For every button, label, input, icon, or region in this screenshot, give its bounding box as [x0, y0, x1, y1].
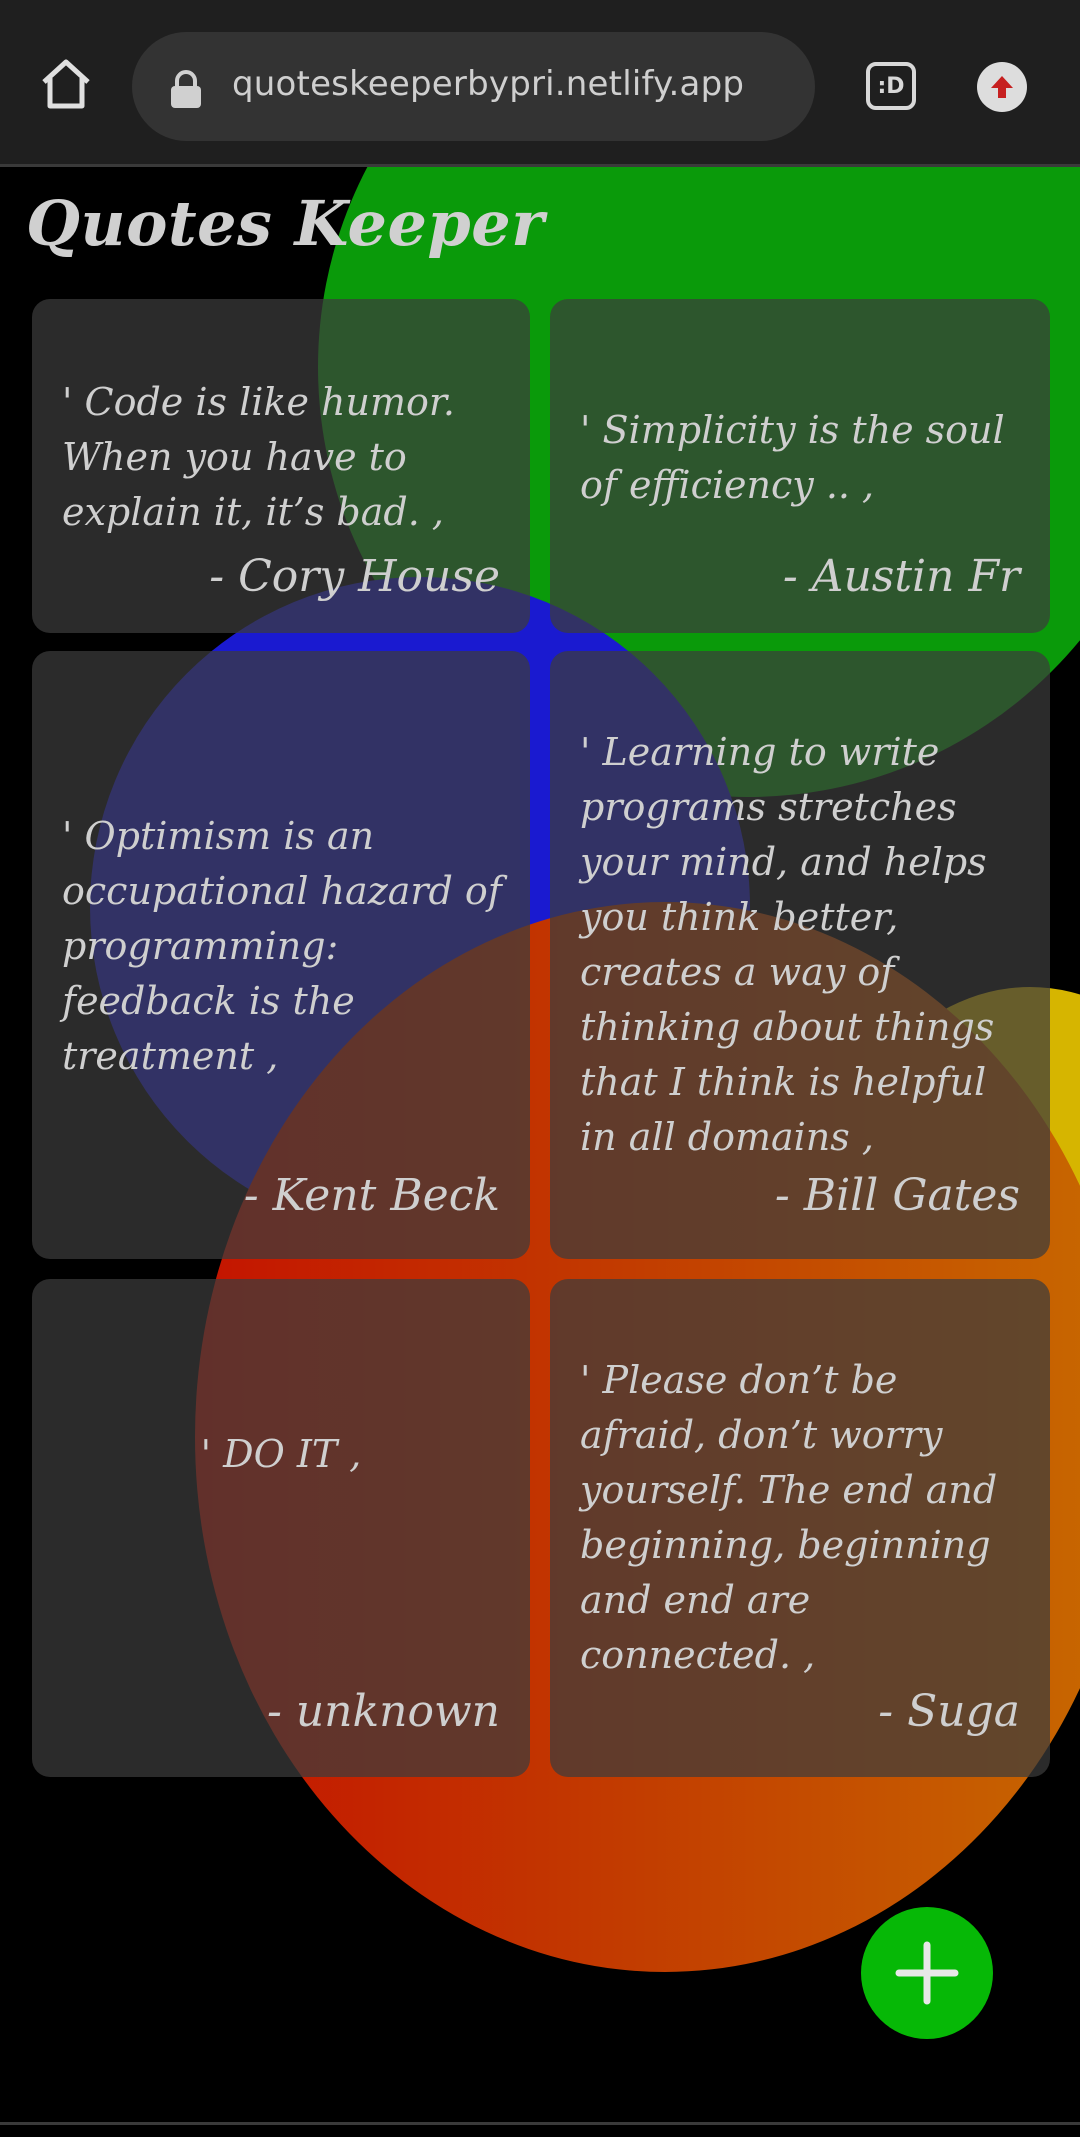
quote-card[interactable]: ' Please don’t be afraid, don’t worry yo… — [550, 1279, 1050, 1777]
quote-text: ' Code is like humor. When you have to e… — [62, 380, 455, 534]
quote-card[interactable]: ' DO IT , - unknown — [32, 1279, 530, 1777]
page-content: Quotes Keeper ' Code is like humor. When… — [0, 167, 1080, 2122]
url-text: quoteskeeperbypri.netlify.app — [232, 64, 745, 104]
quote-card[interactable]: ' Code is like humor. When you have to e… — [32, 299, 530, 633]
update-button[interactable] — [977, 62, 1027, 112]
page-title: Quotes Keeper — [26, 187, 545, 260]
quote-text: ' Optimism is an occupational hazard of … — [62, 814, 502, 1078]
quote-author: - Austin Fr — [782, 551, 1020, 602]
quote-card[interactable]: ' Optimism is an occupational hazard of … — [32, 651, 530, 1259]
address-bar[interactable]: quoteskeeperbypri.netlify.app — [132, 32, 815, 141]
home-icon[interactable] — [36, 54, 96, 114]
browser-toolbar: quoteskeeperbypri.netlify.app :D — [0, 0, 1080, 167]
quote-card[interactable]: ' Learning to write programs stretches y… — [550, 651, 1050, 1259]
quote-author: - Cory House — [209, 551, 500, 602]
quote-text: ' Please don’t be afraid, don’t worry yo… — [580, 1358, 998, 1677]
tab-switcher-button[interactable]: :D — [866, 62, 916, 110]
quote-author: - Bill Gates — [774, 1170, 1020, 1221]
quote-text: ' Learning to write programs stretches y… — [580, 730, 995, 1159]
quote-card[interactable]: ' Simplicity is the soul of efficiency .… — [550, 299, 1050, 633]
lock-icon — [168, 70, 204, 110]
plus-icon — [895, 1941, 959, 2005]
quote-author: - Suga — [878, 1686, 1020, 1737]
arrow-up-icon — [991, 76, 1013, 98]
quote-author: - unknown — [266, 1686, 500, 1737]
quote-author: - Kent Beck — [243, 1170, 500, 1221]
quote-text: ' Simplicity is the soul of efficiency .… — [580, 408, 1005, 507]
divider — [0, 2122, 1080, 2125]
add-quote-button[interactable] — [861, 1907, 993, 2039]
quote-text: ' DO IT , — [200, 1432, 362, 1476]
